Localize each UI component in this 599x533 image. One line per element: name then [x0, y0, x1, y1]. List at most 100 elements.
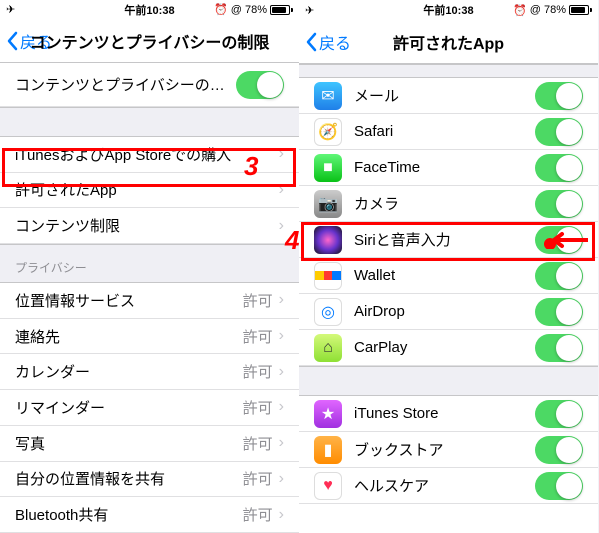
row-value: 許可 — [243, 433, 273, 454]
row-label: FaceTime — [354, 159, 535, 176]
chevron-right-icon: › — [279, 398, 284, 416]
facetime-icon: ■ — [314, 154, 342, 182]
switch-facetime[interactable] — [535, 154, 583, 182]
row-label: Wallet — [354, 267, 535, 284]
row-value: 許可 — [243, 326, 273, 347]
screen-content-privacy: ✈︎ 午前10:38 ⏰ @ 78% 戻る コンテンツとプライバシーの制限 コン… — [0, 0, 299, 533]
battery-percent: 78% — [544, 4, 566, 16]
section-gap — [0, 107, 299, 137]
chevron-right-icon: › — [279, 434, 284, 452]
status-bar: ✈︎ 午前10:38 ⏰ @ 78% — [0, 0, 299, 20]
row-label: カレンダー — [15, 361, 243, 382]
row-itunes-store[interactable]: ★ iTunes Store — [299, 396, 598, 432]
status-time: 午前10:38 — [124, 2, 174, 18]
row-label: 自分の位置情報を共有 — [15, 468, 243, 489]
row-reminders[interactable]: リマインダー 許可 › — [0, 390, 299, 426]
wallet-icon — [314, 262, 342, 290]
row-value: 許可 — [243, 290, 273, 311]
row-label: iTunesおよびApp Storeでの購入 — [15, 144, 279, 165]
row-bluetooth[interactable]: Bluetooth共有 許可 › — [0, 497, 299, 533]
airdrop-icon: ◎ — [314, 298, 342, 326]
back-button[interactable]: 戻る — [299, 30, 351, 54]
row-label: ヘルスケア — [354, 475, 535, 496]
row-value: 許可 — [243, 397, 273, 418]
row-content-limits[interactable]: コンテンツ制限 › — [0, 208, 299, 244]
screen-allowed-apps: ✈︎ 午前10:38 ⏰ @ 78% 戻る 許可されたApp ✉︎ メール 🧭 … — [299, 0, 598, 533]
row-contacts[interactable]: 連絡先 許可 › — [0, 319, 299, 355]
mail-icon: ✉︎ — [314, 82, 342, 110]
section-header-privacy: プライバシー — [0, 244, 299, 283]
row-calendar[interactable]: カレンダー 許可 › — [0, 354, 299, 390]
row-label: コンテンツ制限 — [15, 215, 279, 236]
nav-bar: 戻る 許可されたApp — [299, 20, 598, 64]
row-value: 許可 — [243, 468, 273, 489]
row-carplay[interactable]: ⌂ CarPlay — [299, 330, 598, 366]
chevron-right-icon: › — [279, 217, 284, 235]
status-time: 午前10:38 — [423, 2, 473, 18]
itunes-store-icon: ★ — [314, 400, 342, 428]
row-value: 許可 — [243, 361, 273, 382]
row-value: 許可 — [243, 504, 273, 525]
row-label: AirDrop — [354, 303, 535, 320]
chevron-right-icon: › — [279, 363, 284, 381]
siri-icon — [314, 226, 342, 254]
switch-safari[interactable] — [535, 118, 583, 146]
switch-itunes-store[interactable] — [535, 400, 583, 428]
callout-3: 3 — [244, 151, 258, 182]
row-book-store[interactable]: ▮ ブックストア — [299, 432, 598, 468]
row-share-location[interactable]: 自分の位置情報を共有 許可 › — [0, 462, 299, 498]
switch-book-store[interactable] — [535, 436, 583, 464]
switch-airdrop[interactable] — [535, 298, 583, 326]
airplane-icon: ✈︎ — [6, 3, 15, 16]
chevron-right-icon: › — [279, 470, 284, 488]
orientation-lock-icon: @ — [530, 4, 541, 16]
row-location-services[interactable]: 位置情報サービス 許可 › — [0, 283, 299, 319]
airplane-icon: ✈︎ — [305, 4, 314, 17]
row-label: ブックストア — [354, 439, 535, 460]
battery-percent: 78% — [245, 4, 267, 16]
section-gap — [299, 366, 598, 396]
camera-icon: 📷 — [314, 190, 342, 218]
orientation-lock-icon: @ — [231, 4, 242, 16]
row-label: 許可されたApp — [15, 179, 279, 200]
row-wallet[interactable]: Wallet — [299, 258, 598, 294]
switch-carplay[interactable] — [535, 334, 583, 362]
switch-wallet[interactable] — [535, 262, 583, 290]
arrow-left-icon — [544, 231, 588, 249]
alarm-icon: ⏰ — [214, 3, 228, 16]
row-camera[interactable]: 📷 カメラ — [299, 186, 598, 222]
row-siri[interactable]: Siriと音声入力 — [299, 222, 598, 258]
page-title: 許可されたApp — [393, 30, 504, 54]
chevron-right-icon: › — [279, 291, 284, 309]
row-label: Safari — [354, 123, 535, 140]
chevron-right-icon: › — [279, 506, 284, 524]
chevron-left-icon — [305, 32, 317, 52]
row-health[interactable]: ♥︎ ヘルスケア — [299, 468, 598, 504]
row-label: メール — [354, 85, 535, 106]
chevron-left-icon — [6, 31, 18, 51]
row-content-privacy-toggle[interactable]: コンテンツとプライバシーの制限 — [0, 63, 299, 107]
health-icon: ♥︎ — [314, 472, 342, 500]
row-label: CarPlay — [354, 339, 535, 356]
row-safari[interactable]: 🧭 Safari — [299, 114, 598, 150]
row-airdrop[interactable]: ◎ AirDrop — [299, 294, 598, 330]
switch-mail[interactable] — [535, 82, 583, 110]
section-gap — [299, 64, 598, 78]
books-icon: ▮ — [314, 436, 342, 464]
chevron-right-icon: › — [279, 327, 284, 345]
switch-content-privacy[interactable] — [236, 71, 284, 99]
row-label: Siriと音声入力 — [354, 229, 535, 250]
safari-icon: 🧭 — [314, 118, 342, 146]
switch-camera[interactable] — [535, 190, 583, 218]
row-photos[interactable]: 写真 許可 › — [0, 426, 299, 462]
row-label: コンテンツとプライバシーの制限 — [15, 74, 236, 95]
row-facetime[interactable]: ■ FaceTime — [299, 150, 598, 186]
alarm-icon: ⏰ — [513, 4, 527, 17]
carplay-icon: ⌂ — [314, 334, 342, 362]
battery-icon — [569, 5, 592, 15]
row-label: 位置情報サービス — [15, 290, 243, 311]
chevron-right-icon: › — [279, 145, 284, 163]
row-label: リマインダー — [15, 397, 243, 418]
switch-health[interactable] — [535, 472, 583, 500]
row-mail[interactable]: ✉︎ メール — [299, 78, 598, 114]
